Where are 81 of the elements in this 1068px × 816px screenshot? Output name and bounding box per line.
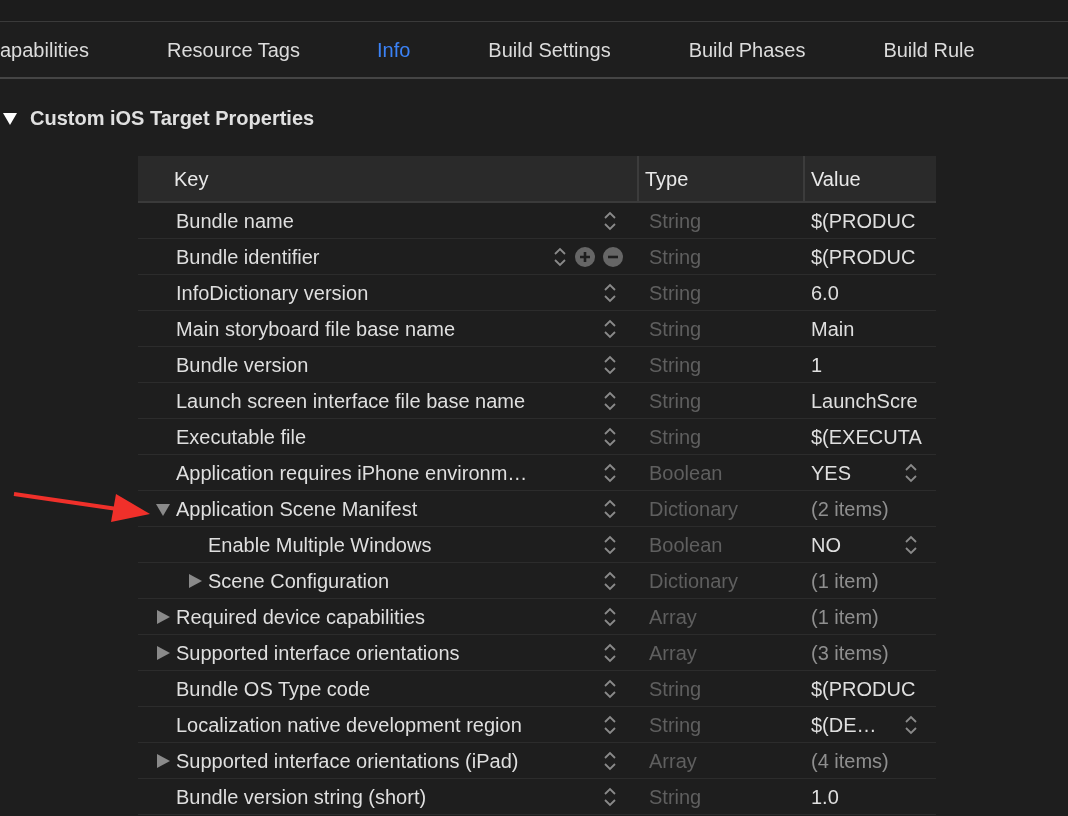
table-row[interactable]: Application Scene Manifest Dictionary (2 items) — [138, 491, 936, 527]
column-header: Key — [173, 166, 209, 192]
value-text: 1 — [811, 352, 823, 378]
table-row[interactable]: Enable Multiple Windows Boolean NO — [138, 527, 936, 563]
value-text: 1.0 — [811, 784, 839, 810]
table-row[interactable]: InfoDictionary version String 6.0 — [138, 275, 936, 311]
table-row[interactable]: Launch screen interface file base name String LaunchScre — [138, 383, 936, 419]
key-text: Bundle identifier — [176, 244, 320, 270]
table-row[interactable]: Main storyboard file base name String Main — [138, 311, 936, 347]
add-button[interactable] — [575, 246, 595, 267]
key-text: Bundle version string (short) — [176, 784, 427, 810]
value-text: $(EXECUTA — [811, 424, 922, 450]
key-text: Scene Configuration — [208, 568, 390, 594]
type-text: Array — [649, 749, 697, 772]
table-row[interactable]: Localization native development region String $(DE… — [138, 707, 936, 743]
type-text: Boolean — [649, 461, 723, 484]
table-row[interactable]: Bundle version string (short) String 1.0 — [138, 779, 936, 815]
key-text: Supported interface orientations (iPad) — [176, 748, 519, 774]
key-text: Supported interface orientations — [176, 640, 460, 666]
value-text: (4 items) — [811, 748, 889, 774]
table-row[interactable]: Supported interface orientations (iPad) Array (4 items) — [138, 743, 936, 779]
value-text: 6.0 — [811, 280, 839, 306]
value-text: LaunchScre — [811, 388, 918, 414]
type-text: String — [649, 209, 702, 232]
table-row[interactable]: Bundle name String $(PRODUC — [138, 203, 936, 239]
value-text: YES — [811, 460, 852, 486]
type-text: String — [649, 677, 702, 700]
table-row[interactable]: Application requires iPhone environm… Boolean YES — [138, 455, 936, 491]
value-text: $(DE… — [811, 712, 877, 738]
column-header: Type — [644, 166, 689, 192]
key-text: Application requires iPhone environm… — [176, 460, 528, 486]
remove-button[interactable] — [603, 246, 623, 267]
value-text: (1 item) — [811, 568, 879, 594]
table-row[interactable]: Bundle OS Type code String $(PRODUC — [138, 671, 936, 707]
type-text: String — [649, 317, 702, 340]
tab[interactable]: apabilities — [0, 34, 89, 65]
value-text: (2 items) — [811, 496, 889, 522]
key-text: Bundle name — [176, 208, 294, 234]
tab[interactable]: Build Settings — [488, 34, 611, 65]
key-text: Enable Multiple Windows — [208, 532, 432, 558]
type-text: Dictionary — [649, 569, 738, 592]
table-row[interactable]: Scene Configuration Dictionary (1 item) — [138, 563, 936, 599]
value-text: (1 item) — [811, 604, 879, 630]
key-text: Required device capabilities — [176, 604, 426, 630]
key-text: Application Scene Manifest — [176, 496, 418, 522]
value-text: $(PRODUC — [811, 244, 916, 270]
value-text: $(PRODUC — [811, 208, 916, 234]
type-text: String — [649, 281, 702, 304]
type-text: String — [649, 713, 702, 736]
key-text: InfoDictionary version — [176, 280, 369, 306]
key-text: Localization native development region — [176, 712, 522, 738]
type-text: String — [649, 389, 702, 412]
value-text: (3 items) — [811, 640, 889, 666]
key-text: Bundle version — [176, 352, 309, 378]
key-text: Executable file — [176, 424, 307, 450]
tab[interactable]: Build Phases — [688, 34, 806, 65]
key-text: Bundle OS Type code — [176, 676, 371, 702]
tab[interactable]: Info — [377, 34, 411, 65]
type-text: String — [649, 785, 702, 808]
key-text: Main storyboard file base name — [176, 316, 456, 342]
type-text: Array — [649, 605, 697, 628]
type-text: String — [649, 245, 702, 268]
type-text: String — [649, 353, 702, 376]
table-row[interactable]: Required device capabilities Array (1 item) — [138, 599, 936, 635]
type-text: Array — [649, 641, 697, 664]
plus-icon — [579, 250, 591, 263]
table-row[interactable]: Bundle version String 1 — [138, 347, 936, 383]
key-text: Launch screen interface file base name — [176, 388, 526, 414]
value-text: Main — [811, 316, 855, 342]
value-text: NO — [811, 532, 841, 558]
section-title: Custom iOS Target Properties — [30, 105, 315, 131]
type-text: Dictionary — [649, 497, 738, 520]
table-row[interactable]: Executable file String $(EXECUTA — [138, 419, 936, 455]
type-text: Boolean — [649, 533, 723, 556]
column-header: Value — [810, 166, 861, 192]
type-text: String — [649, 425, 702, 448]
value-text: $(PRODUC — [811, 676, 916, 702]
tab[interactable]: Build Rule — [883, 34, 975, 65]
table-row[interactable]: Supported interface orientations Array (3 items) — [138, 635, 936, 671]
tab[interactable]: Resource Tags — [166, 34, 300, 65]
table-row[interactable]: Bundle identifier String $(PRODUC — [138, 239, 936, 275]
